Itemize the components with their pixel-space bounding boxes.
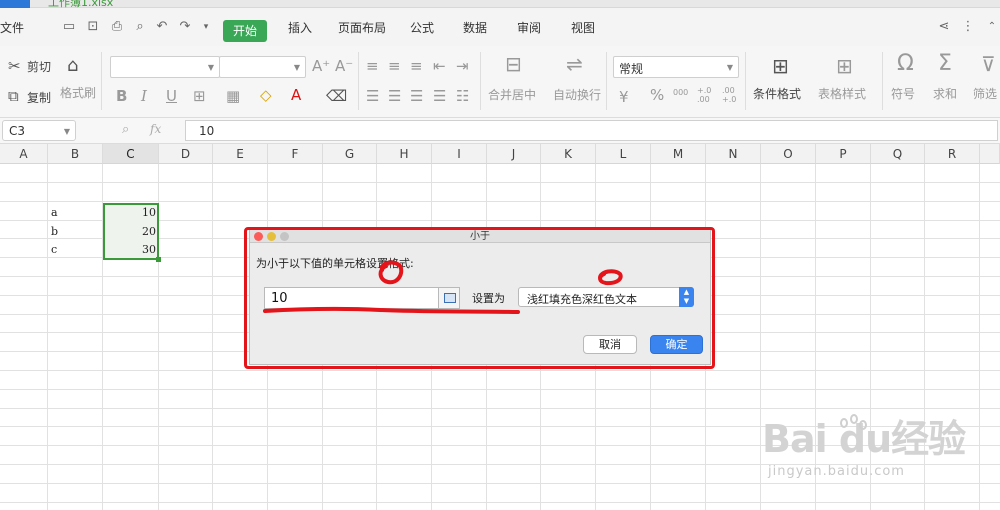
spreadsheet-app: 工作簿1.xlsx 文件 ▭ ⊡ ⎙ ⌕ ↶ ↷ ▾ 开始 插入 页面布局 公式…: [0, 0, 1000, 510]
baidu-watermark: Bai du经验 jingyan.baidu.com: [760, 408, 1000, 498]
annotation-circle-value: [378, 260, 404, 285]
watermark-url: jingyan.baidu.com: [768, 464, 905, 479]
paw-logo-icon: [838, 414, 867, 452]
annotation-underline: [263, 306, 520, 314]
annotation-circle-format: [598, 269, 623, 286]
